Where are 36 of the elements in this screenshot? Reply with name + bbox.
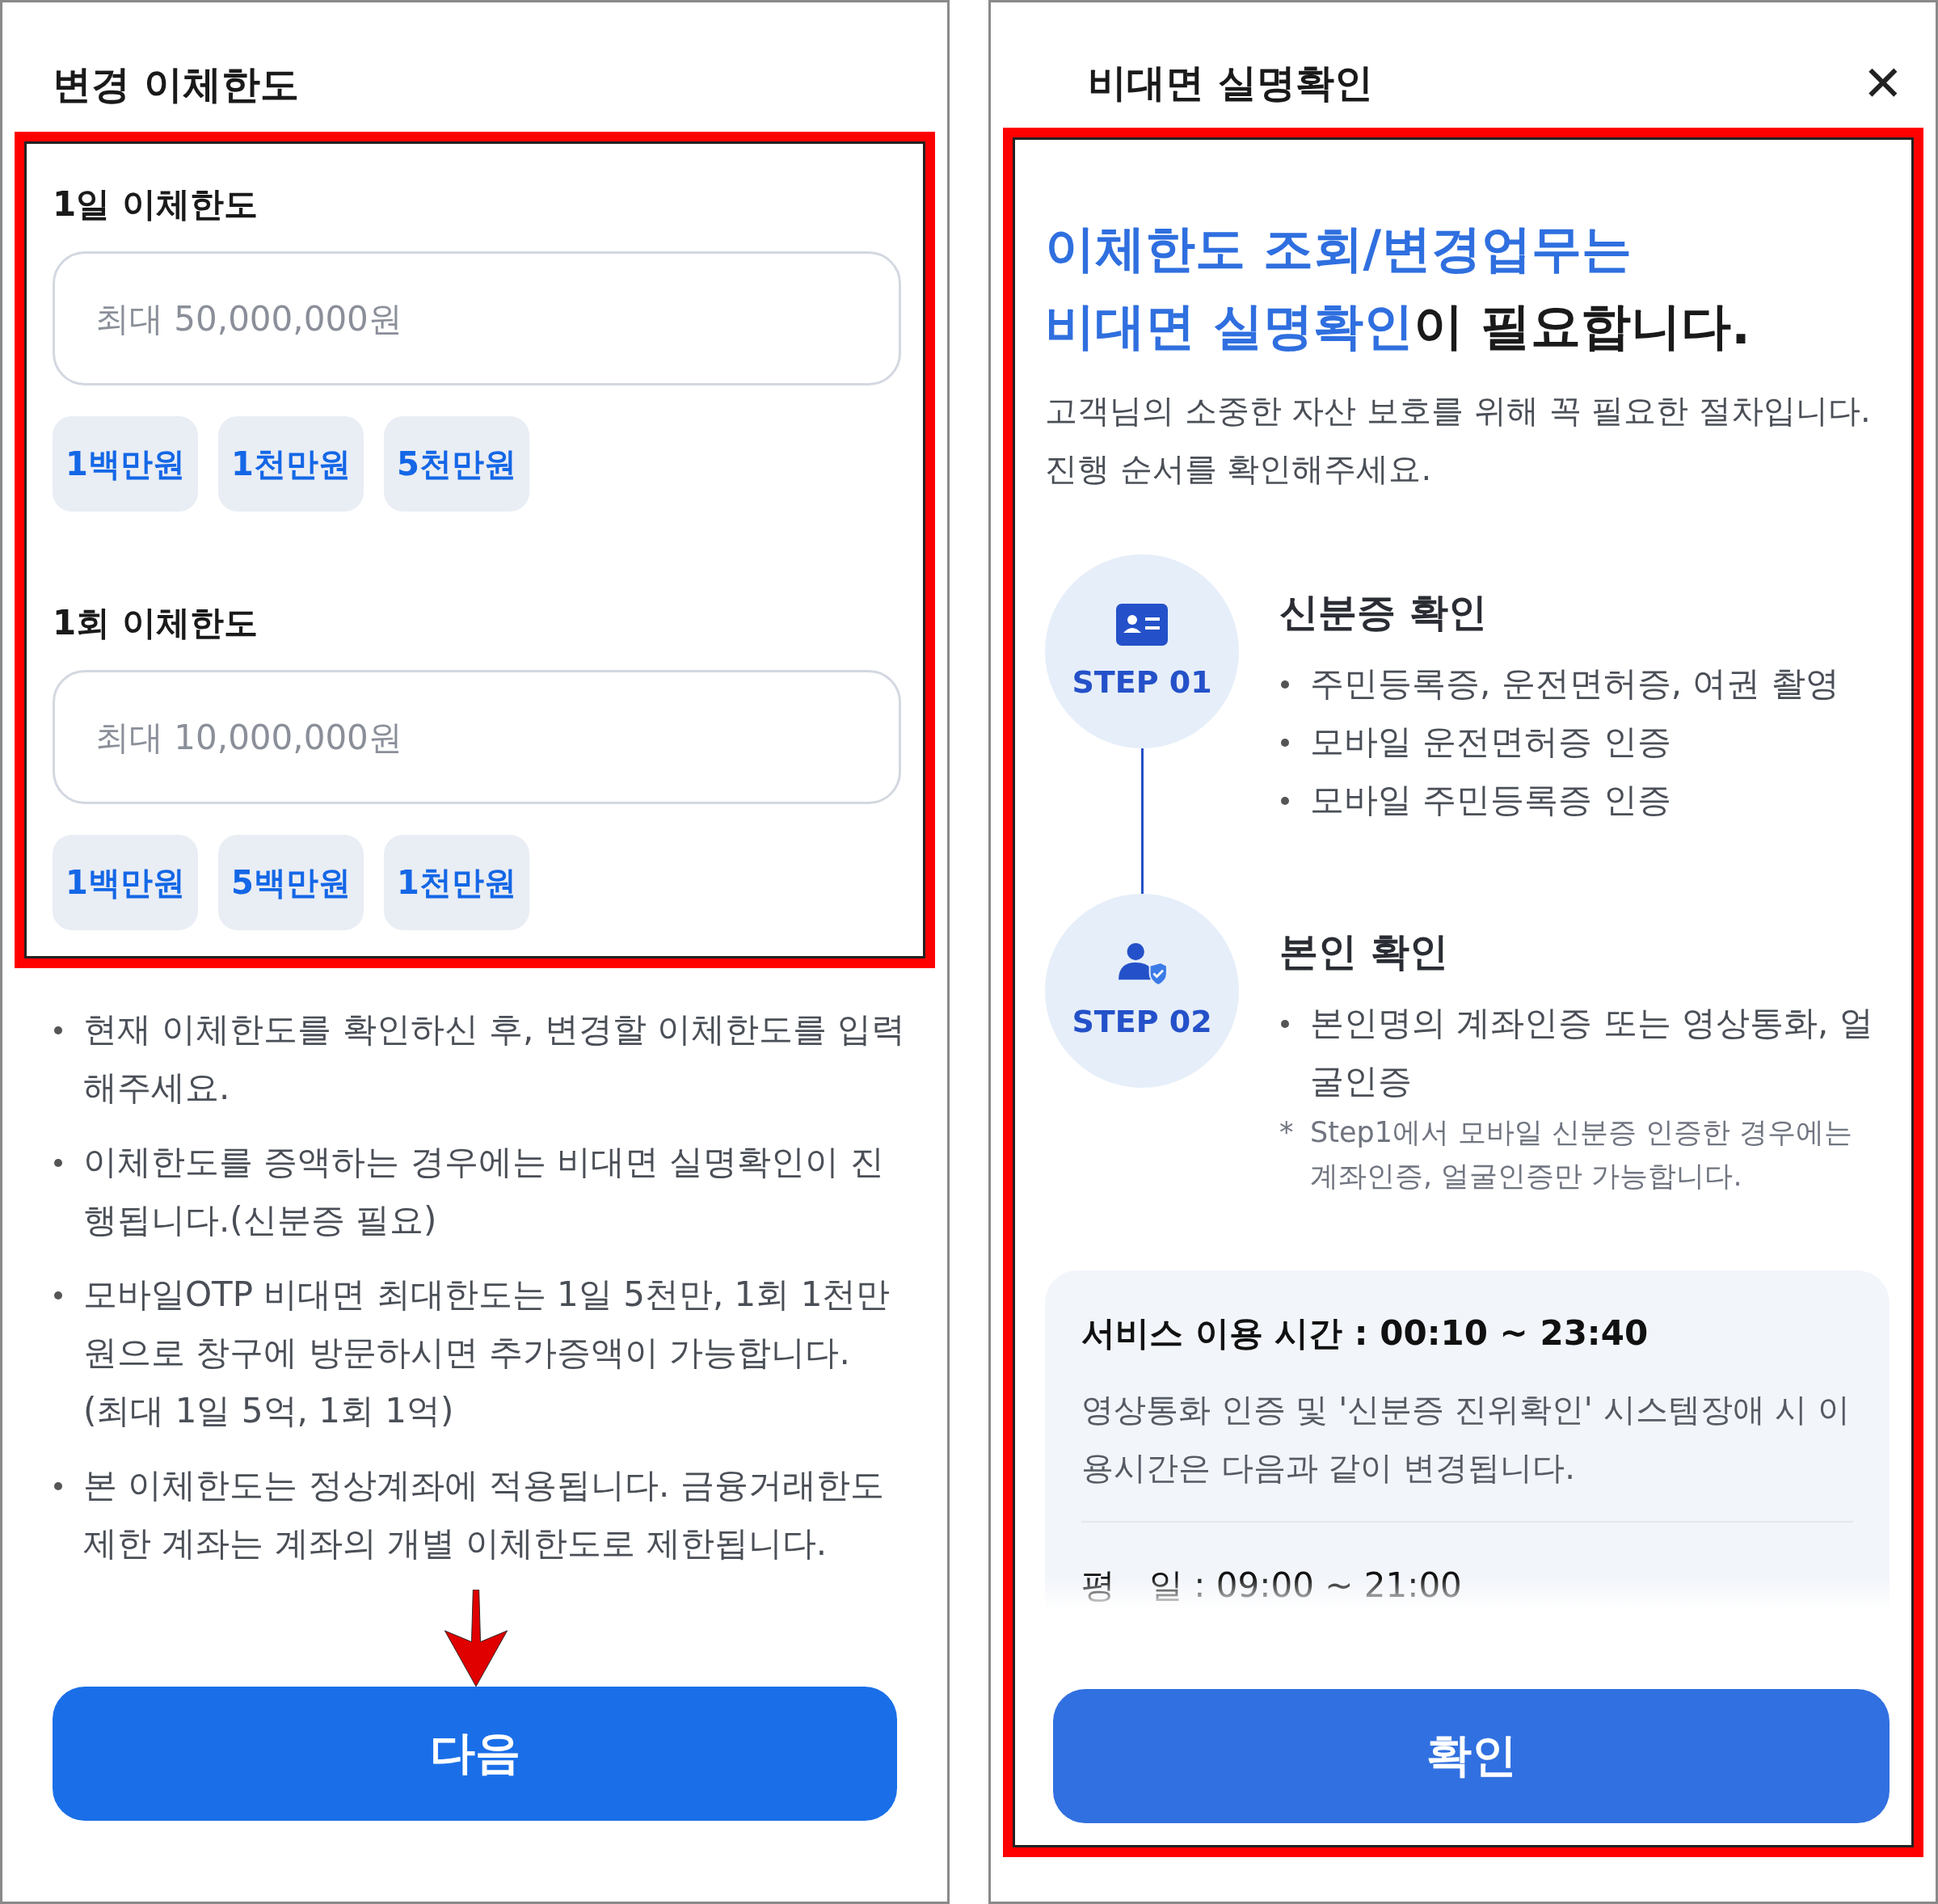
step-note: Step1에서 모바일 신분증 인증한 경우에는 계좌인증, 얼굴인증만 가능합니다. xyxy=(1310,1115,1854,1194)
field-label: 1회 이체한도 xyxy=(53,602,259,644)
amount-chip[interactable]: 1천만원 xyxy=(384,835,529,930)
close-button[interactable]: ✕ xyxy=(1862,55,1903,112)
next-button[interactable]: 다음 xyxy=(53,1687,897,1821)
step-item: 주민등록증, 운전면허증, 여권 촬영 xyxy=(1279,655,1890,713)
amount-chip[interactable]: 1백만원 xyxy=(53,416,198,512)
step-label: STEP 01 xyxy=(1072,664,1212,700)
step-item: 모바일 운전면허증 인증 xyxy=(1279,713,1890,771)
amount-chip[interactable]: 5백만원 xyxy=(218,835,364,930)
hours-row-text: 평 일 : 09:00 ~ 21:00 xyxy=(1081,1565,1463,1607)
asterisk-mark: * xyxy=(1279,1115,1295,1150)
headline: 이체한도 조회/변경업무는 비대면 실명확인이 필요합니다. xyxy=(1045,218,1751,357)
note-text: 현재 이체한도를 확인하신 후, 변경할 이체한도를 입력해주세요. xyxy=(53,1000,907,1117)
note-text: 본 이체한도는 정상계좌에 적용됩니다. 금융거래한도제한 계좌는 계좌의 개별 이체한도로 제한됩니다. xyxy=(53,1456,907,1573)
step-label: STEP 02 xyxy=(1072,1004,1212,1039)
page-title: 변경 이체한도 xyxy=(52,61,300,108)
note-text: 모바일OTP 비대면 최대한도는 1일 5천만, 1회 1천만원으로 창구에 방문하시면 추가증액이 가능합니다. (최대 1일 5억, 1회 1억) xyxy=(53,1266,907,1440)
user-shield-icon xyxy=(1116,942,1168,986)
input-field[interactable]: 최대 10,000,000원 xyxy=(53,670,901,804)
amount-chip[interactable]: 1천만원 xyxy=(218,416,364,512)
step-item: 모바일 주민등록증 인증 xyxy=(1279,771,1890,829)
hours-title: 서비스 이용 시간 : 00:10 ~ 23:40 xyxy=(1081,1312,1649,1354)
confirm-button[interactable]: 확인 xyxy=(1053,1689,1890,1823)
hours-text: 영상통화 인증 및 '신분증 진위확인' 시스템장애 시 이용시간은 다음과 같이 변경됩니다. xyxy=(1081,1390,1851,1488)
intro-text: 고객님의 소중한 자산 보호를 위해 꼭 필요한 절차입니다. 진행 순서를 확인해주세요. xyxy=(1045,391,1872,489)
page-title: 비대면 실명확인 xyxy=(1088,59,1373,107)
amount-chip[interactable]: 5천만원 xyxy=(384,416,529,512)
step-item: 본인명의 계좌인증 또는 영상통화, 얼굴인증 xyxy=(1279,994,1890,1110)
step-title: 신분증 확인 xyxy=(1279,588,1488,636)
field-label: 1일 이체한도 xyxy=(53,183,259,225)
step-title: 본인 확인 xyxy=(1279,928,1449,975)
note-text: 이체한도를 증액하는 경우에는 비대면 실명확인이 진행됩니다.(신분증 필요) xyxy=(53,1133,907,1249)
id-card-icon xyxy=(1116,603,1168,647)
amount-chip[interactable]: 1백만원 xyxy=(53,835,198,930)
input-field[interactable]: 최대 50,000,000원 xyxy=(53,251,901,385)
